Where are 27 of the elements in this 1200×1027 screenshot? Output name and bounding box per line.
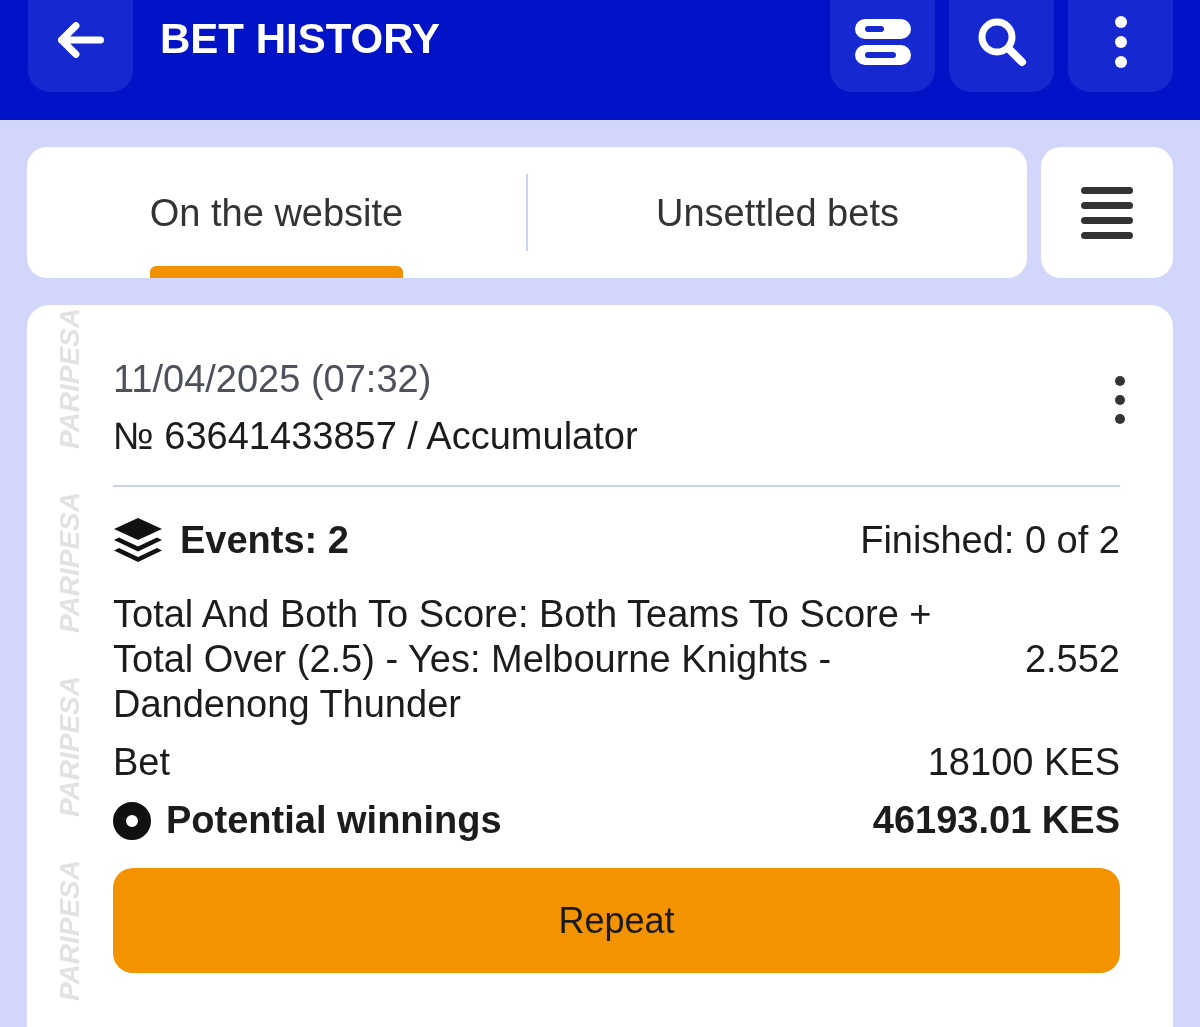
- view-toggle-button[interactable]: [830, 0, 935, 92]
- events-count: Events: 2: [180, 517, 349, 563]
- finished-count: Finished: 0 of 2: [860, 517, 1120, 563]
- tab[interactable]: Unsettled bets: [528, 147, 1027, 278]
- ring-icon: [113, 801, 151, 840]
- selection-odds: 2.552: [1024, 637, 1120, 682]
- bet-date: 11/04/2025 (07:32): [113, 357, 433, 402]
- row-label: Bet: [113, 740, 171, 785]
- row-value: 46193.01 KES: [872, 798, 1120, 843]
- layers-icon: [113, 517, 163, 563]
- menu-button[interactable]: [1041, 147, 1173, 278]
- search-icon: [976, 17, 1027, 67]
- row-value: 18100 KES: [927, 740, 1120, 785]
- menu-icon: [1081, 186, 1133, 239]
- repeat-button[interactable]: Repeat: [113, 868, 1120, 973]
- search-button[interactable]: [949, 0, 1054, 92]
- tab[interactable]: On the website: [27, 147, 526, 278]
- bet-number: № 63641433857 / Accumulator: [113, 414, 638, 459]
- row-label: Potential winnings: [166, 798, 502, 843]
- stacked-bars-icon: [854, 19, 911, 65]
- more-button[interactable]: [1068, 0, 1173, 92]
- arrow-left-icon: [57, 22, 104, 58]
- kebab-icon: [1115, 376, 1125, 424]
- selection-description: Total And Both To Score: Both Teams To Score + Total Over (2.5) - Yes: Melbourne Knights - Dandenong Thunder: [113, 592, 933, 727]
- back-button[interactable]: [28, 0, 133, 92]
- kebab-icon: [1114, 16, 1127, 68]
- page-title: BET HISTORY: [160, 15, 441, 63]
